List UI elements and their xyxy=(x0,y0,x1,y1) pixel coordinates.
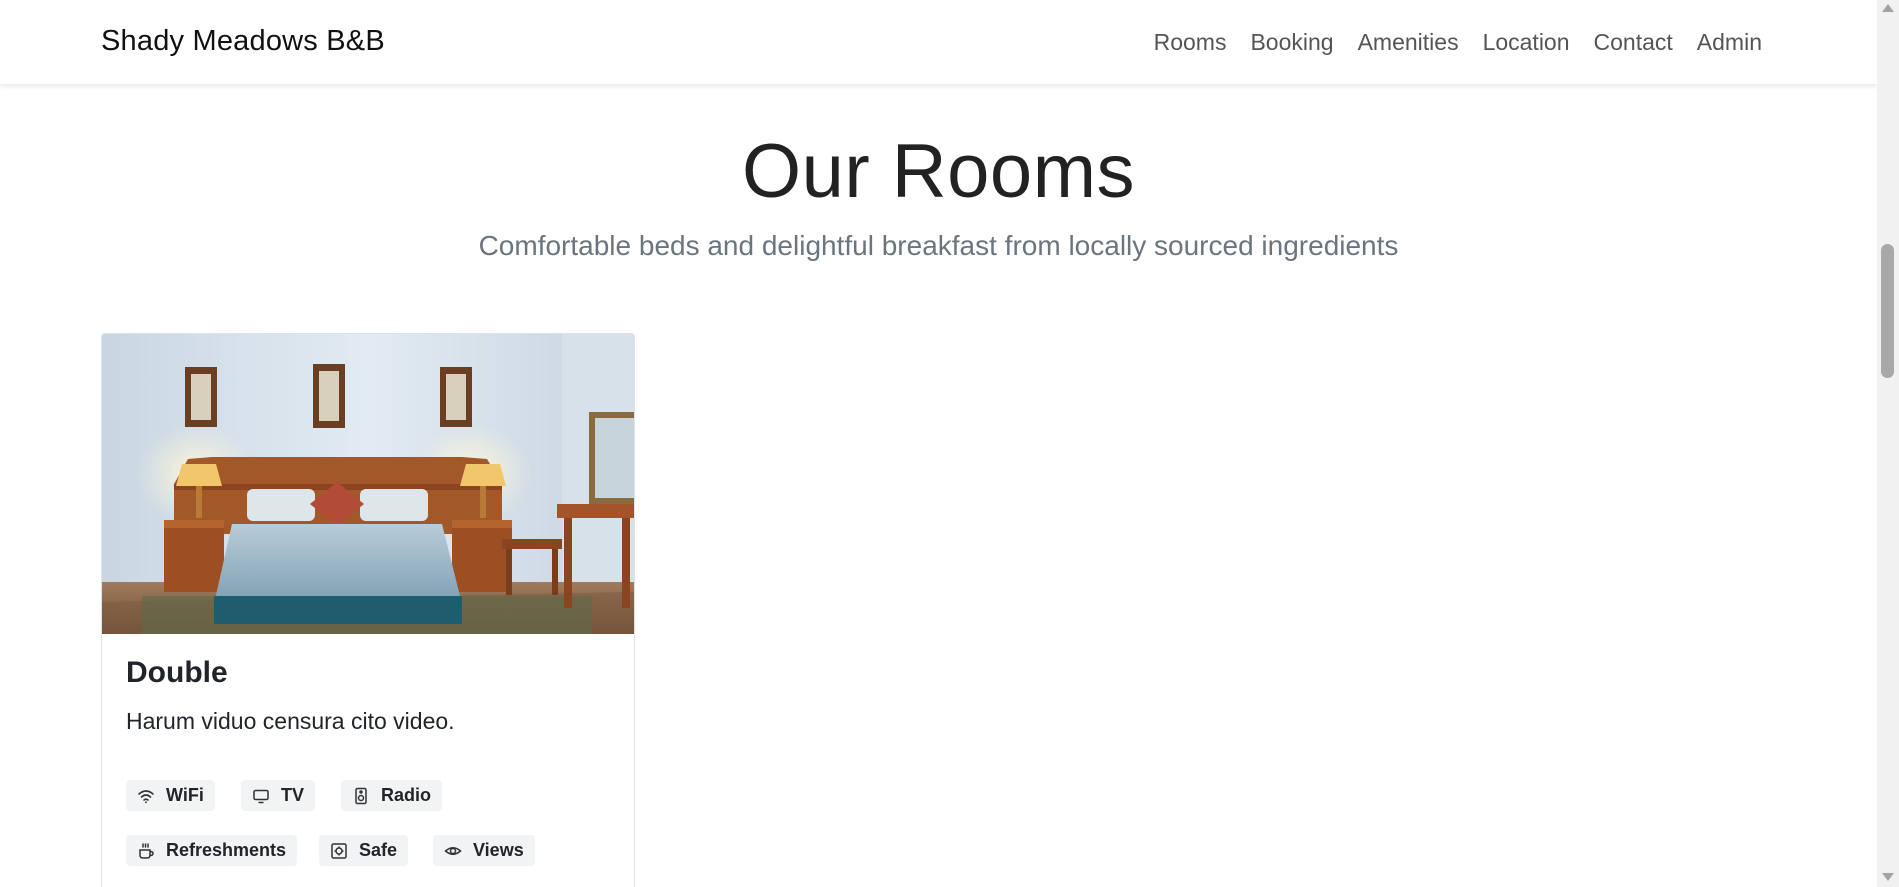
nav-links: Rooms Booking Amenities Location Contact… xyxy=(1154,29,1762,56)
room-description: Harum viduo censura cito video. xyxy=(126,708,455,734)
page: Shady Meadows B&B Rooms Booking Amenitie… xyxy=(0,0,1877,887)
nav-link-location[interactable]: Location xyxy=(1483,29,1570,56)
eye-icon xyxy=(443,841,463,861)
radio-icon xyxy=(351,786,371,806)
amenity-label: WiFi xyxy=(166,785,204,805)
tv-icon xyxy=(251,786,271,806)
amenity-badge-wifi: WiFi xyxy=(126,780,215,811)
amenity-badge-refreshments: Refreshments xyxy=(126,835,298,866)
vertical-scrollbar[interactable] xyxy=(1877,0,1899,887)
room-card: Double Harum viduo censura cito video. W… xyxy=(101,333,635,887)
scrollbar-thumb[interactable] xyxy=(1881,244,1894,378)
wifi-icon xyxy=(136,786,156,806)
scroll-up-arrow-icon[interactable] xyxy=(1882,4,1894,12)
room-card-body: Double Harum viduo censura cito video. W… xyxy=(126,656,616,866)
brand-logo[interactable]: Shady Meadows B&B xyxy=(101,25,385,58)
cup-icon xyxy=(136,841,156,861)
amenity-label: Safe xyxy=(359,840,398,860)
nav-link-booking[interactable]: Booking xyxy=(1250,29,1333,56)
amenity-badge-radio: Radio xyxy=(341,780,443,811)
nav-link-rooms[interactable]: Rooms xyxy=(1154,29,1227,56)
navbar: Shady Meadows B&B Rooms Booking Amenitie… xyxy=(0,0,1877,85)
amenity-label: TV xyxy=(281,785,305,805)
nav-link-contact[interactable]: Contact xyxy=(1594,29,1673,56)
amenity-badge-tv: TV xyxy=(241,780,316,811)
amenity-badge-safe: Safe xyxy=(319,835,409,866)
nav-link-amenities[interactable]: Amenities xyxy=(1358,29,1459,56)
room-image xyxy=(102,334,634,634)
nav-link-admin[interactable]: Admin xyxy=(1697,29,1762,56)
room-name: Double xyxy=(126,656,228,689)
page-subtitle: Comfortable beds and delightful breakfas… xyxy=(478,230,1399,261)
amenity-badge-views: Views xyxy=(433,835,535,866)
scroll-down-arrow-icon[interactable] xyxy=(1882,873,1894,881)
amenity-label: Radio xyxy=(381,785,432,805)
amenity-label: Refreshments xyxy=(166,840,287,860)
safe-icon xyxy=(329,841,349,861)
amenity-label: Views xyxy=(473,840,524,860)
page-title: Our Rooms xyxy=(741,129,1136,214)
